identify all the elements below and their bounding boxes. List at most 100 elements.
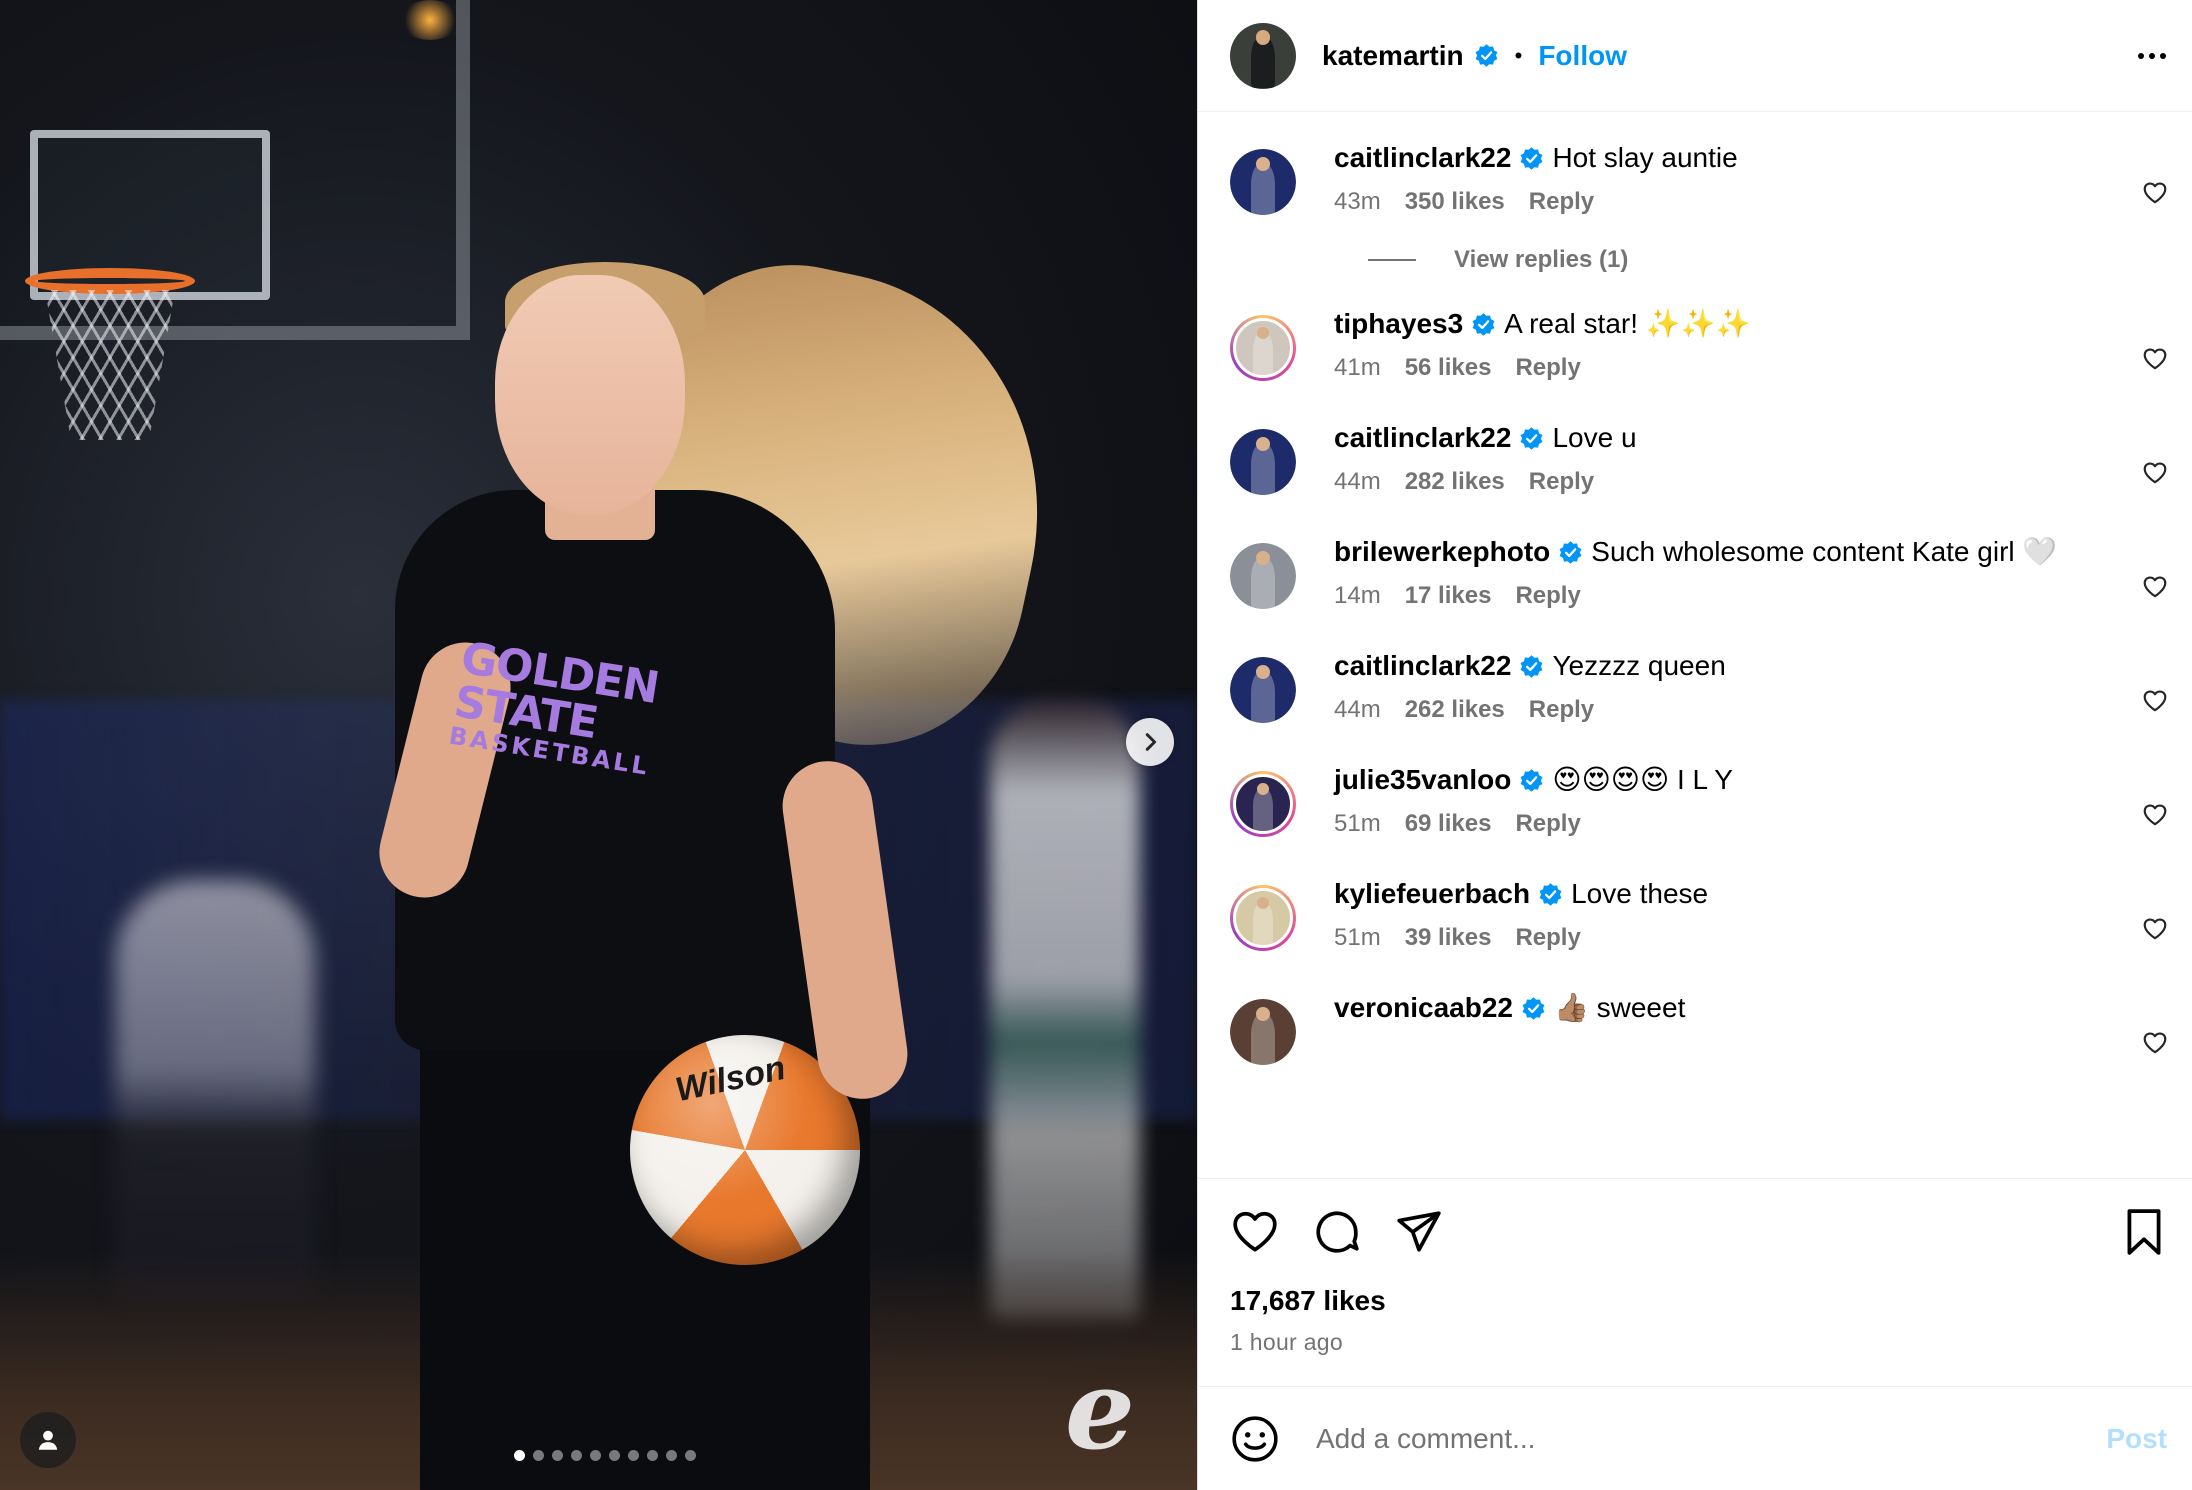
reply-button[interactable]: Reply <box>1515 924 1580 952</box>
comment-item: caitlinclark22 Love u 44m 282 likes Reply <box>1198 418 2192 496</box>
comment-button[interactable] <box>1312 1207 1362 1257</box>
post-actions: 17,687 likes 1 hour ago <box>1198 1178 2192 1356</box>
comment-item: brilewerkephoto Such wholesome content Ka… <box>1198 532 2192 610</box>
comment-item: kyliefeuerbach Love these 51m 39 likes Reply <box>1198 874 2192 952</box>
heart-icon <box>2143 576 2167 598</box>
comment-line: brilewerkephoto Such wholesome content Ka… <box>1334 532 2166 572</box>
comment-time[interactable]: 44m <box>1334 696 1381 724</box>
tagged-users-button[interactable] <box>20 1412 76 1468</box>
heart-icon <box>2143 348 2167 370</box>
likes-count[interactable]: 17,687 likes <box>1230 1285 2167 1317</box>
comment-time[interactable]: 14m <box>1334 582 1381 610</box>
commenter-avatar-figure <box>1253 332 1273 375</box>
commenter-avatar-figure <box>1251 1013 1275 1065</box>
emoji-picker-button[interactable] <box>1230 1414 1280 1464</box>
add-comment-bar: Post <box>1198 1386 2192 1490</box>
comment-likes[interactable]: 56 likes <box>1405 354 1492 382</box>
like-button[interactable] <box>1230 1207 1280 1257</box>
comment-meta: 44m 262 likes Reply <box>1334 696 2166 724</box>
view-replies-button[interactable]: View replies (1) <box>1368 246 2192 274</box>
reply-button[interactable]: Reply <box>1515 582 1580 610</box>
comment-line: veronicaab22 👍🏽 sweeet <box>1334 988 2166 1028</box>
share-button[interactable] <box>1394 1207 1444 1257</box>
commenter-username[interactable]: julie35vanloo <box>1334 760 1511 800</box>
comment-like-button[interactable] <box>2142 460 2168 491</box>
comment-time[interactable]: 51m <box>1334 810 1381 838</box>
verified-badge-icon <box>1538 882 1563 907</box>
more-options-icon[interactable] <box>2138 52 2166 59</box>
commenter-avatar[interactable] <box>1230 429 1296 495</box>
comment-likes[interactable]: 17 likes <box>1405 582 1492 610</box>
comment-text: Love u <box>1552 422 1637 453</box>
commenter-username[interactable]: caitlinclark22 <box>1334 418 1511 458</box>
comment-likes[interactable]: 69 likes <box>1405 810 1492 838</box>
heart-icon <box>2143 804 2167 826</box>
comment-item: caitlinclark22 Hot slay auntie 43m 350 like… <box>1198 138 2192 216</box>
comment-text: Love these <box>1571 878 1709 909</box>
commenter-avatar[interactable] <box>1230 657 1296 723</box>
comment-like-button[interactable] <box>2142 802 2168 833</box>
header-separator: • <box>1514 42 1523 68</box>
reply-button[interactable]: Reply <box>1529 696 1594 724</box>
comment-body: caitlinclark22 Hot slay auntie 43m 350 like… <box>1334 138 2166 216</box>
post-comment-button[interactable]: Post <box>2106 1423 2167 1455</box>
comment-icon <box>1316 1211 1359 1253</box>
commenter-avatar[interactable] <box>1230 543 1296 609</box>
comment-input[interactable] <box>1316 1422 2107 1455</box>
comment-time[interactable]: 44m <box>1334 468 1381 496</box>
follow-button[interactable]: Follow <box>1538 40 1627 72</box>
commenter-avatar-photo <box>1230 543 1296 609</box>
reply-button[interactable]: Reply <box>1515 810 1580 838</box>
commenter-avatar[interactable] <box>1230 885 1296 951</box>
comment-likes[interactable]: 350 likes <box>1405 188 1505 216</box>
carousel-dot <box>589 1450 601 1461</box>
commenter-avatar[interactable] <box>1230 999 1296 1065</box>
comment-like-button[interactable] <box>2142 688 2168 719</box>
reply-button[interactable]: Reply <box>1529 188 1594 216</box>
comment-line: kyliefeuerbach Love these <box>1334 874 2166 914</box>
arena-light <box>400 0 460 40</box>
comment-meta: 51m 39 likes Reply <box>1334 924 2166 952</box>
carousel-next-button[interactable] <box>1126 718 1174 766</box>
reply-button[interactable]: Reply <box>1515 354 1580 382</box>
comment-likes[interactable]: 262 likes <box>1405 696 1505 724</box>
comment-like-button[interactable] <box>2142 1030 2168 1061</box>
comment-text: Yezzzz queen <box>1552 650 1726 681</box>
commenter-username[interactable]: caitlinclark22 <box>1334 646 1511 686</box>
author-username[interactable]: katemartin <box>1322 40 1464 72</box>
reply-button[interactable]: Reply <box>1529 468 1594 496</box>
commenter-avatar[interactable] <box>1230 315 1296 381</box>
comment-like-button[interactable] <box>2142 916 2168 947</box>
comment-likes[interactable]: 282 likes <box>1405 468 1505 496</box>
comment-like-button[interactable] <box>2142 346 2168 377</box>
commenter-username[interactable]: caitlinclark22 <box>1334 138 1511 178</box>
commenter-avatar[interactable] <box>1230 149 1296 215</box>
commenter-username[interactable]: brilewerkephoto <box>1334 532 1550 572</box>
comment-time[interactable]: 43m <box>1334 188 1381 216</box>
comments-list[interactable]: caitlinclark22 Hot slay auntie 43m 350 like… <box>1198 112 2192 1178</box>
post-timestamp[interactable]: 1 hour ago <box>1230 1329 2167 1356</box>
comment-body: veronicaab22 👍🏽 sweeet <box>1334 988 2166 1065</box>
carousel-dot <box>570 1450 582 1461</box>
comment-time[interactable]: 51m <box>1334 924 1381 952</box>
verified-badge-icon <box>1519 426 1544 451</box>
save-button[interactable] <box>2121 1207 2167 1257</box>
player-face <box>495 275 685 515</box>
action-bar <box>1230 1207 2167 1257</box>
commenter-avatar-photo <box>1230 999 1296 1065</box>
commenter-username[interactable]: veronicaab22 <box>1334 988 1513 1028</box>
commenter-avatar[interactable] <box>1230 771 1296 837</box>
heart-icon <box>2143 918 2167 940</box>
comment-like-button[interactable] <box>2142 574 2168 605</box>
comment-likes[interactable]: 39 likes <box>1405 924 1492 952</box>
commenter-avatar-figure <box>1253 788 1273 831</box>
carousel-dot <box>665 1450 677 1461</box>
author-avatar[interactable] <box>1230 22 1296 89</box>
commenter-username[interactable]: kyliefeuerbach <box>1334 874 1530 914</box>
chevron-right-icon <box>1145 733 1157 751</box>
heart-icon <box>2143 462 2167 484</box>
post-image[interactable]: GOLDEN STATE BASKETBALL Wilson e <box>0 0 1197 1490</box>
comment-time[interactable]: 41m <box>1334 354 1381 382</box>
commenter-username[interactable]: tiphayes3 <box>1334 304 1463 344</box>
comment-like-button[interactable] <box>2142 180 2168 211</box>
